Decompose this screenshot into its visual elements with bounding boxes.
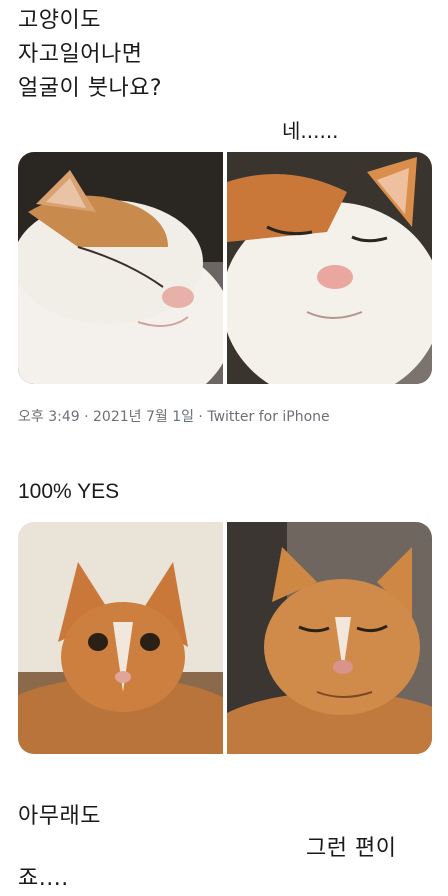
puffy-orange-cat-photo[interactable] xyxy=(227,522,432,754)
answer-text: 네...... xyxy=(282,119,339,143)
question-line-1: 고양이도 xyxy=(18,8,101,33)
sleeping-white-cat-photo[interactable] xyxy=(18,152,223,384)
question-line-3: 얼굴이 붓나요? xyxy=(18,76,163,101)
alert-orange-cat-photo[interactable] xyxy=(18,522,223,754)
photo-grid-2[interactable] xyxy=(18,522,432,754)
squinting-white-cat-photo[interactable] xyxy=(227,152,432,384)
yes-text: 100% YES xyxy=(18,480,120,503)
closing-line-3: 죠.... xyxy=(18,866,69,891)
question-line-2: 자고일어나면 xyxy=(18,42,143,67)
closing-line-2: 그런 편이 xyxy=(306,836,397,861)
photo-grid-1[interactable] xyxy=(18,152,432,384)
closing-line-1: 아무래도 xyxy=(18,804,101,829)
tweet-meta: 오후 3:49 · 2021년 7월 1일 · Twitter for iPho… xyxy=(18,409,330,425)
